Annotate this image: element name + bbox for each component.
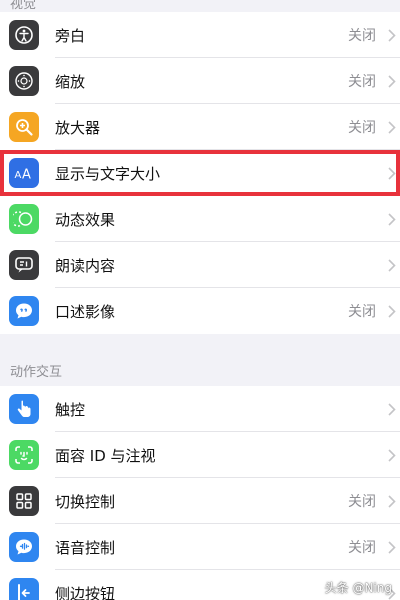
grid-icon (9, 486, 39, 516)
row-audio-descriptions[interactable]: 口述影像 关闭 (0, 288, 400, 334)
chevron-right-icon (388, 28, 396, 42)
row-zoom[interactable]: 缩放 关闭 (0, 58, 400, 104)
chevron-right-icon (388, 540, 396, 554)
row-label: 切换控制 (55, 492, 116, 511)
row-label: 面容 ID 与注视 (55, 446, 156, 465)
section-title-interaction: 动作交互 (10, 364, 63, 380)
row-face-id[interactable]: 面容 ID 与注视 (0, 432, 400, 478)
speech-icon (9, 250, 39, 280)
hand-icon (9, 394, 39, 424)
svg-text:A: A (15, 170, 22, 181)
row-label: 显示与文字大小 (55, 164, 161, 183)
row-motion[interactable]: 动态效果 (0, 196, 400, 242)
accessibility-icon (9, 20, 39, 50)
interaction-group: 触控 面容 ID 与注视 切换控制 关闭 语音控制 关闭 侧边按钮 (0, 386, 400, 600)
chevron-right-icon (388, 402, 396, 416)
row-value: 关闭 (348, 304, 376, 320)
voice-control-icon (9, 532, 39, 562)
row-voiceover[interactable]: 旁白 关闭 (0, 12, 400, 58)
row-value: 关闭 (348, 28, 376, 44)
row-touch[interactable]: 触控 (0, 386, 400, 432)
chevron-right-icon (388, 448, 396, 462)
row-magnifier[interactable]: 放大器 关闭 (0, 104, 400, 150)
side-button-icon (9, 578, 39, 600)
row-switch-control[interactable]: 切换控制 关闭 (0, 478, 400, 524)
face-id-icon (9, 440, 39, 470)
text-size-icon: AA (9, 158, 39, 188)
svg-text:A: A (22, 168, 31, 183)
row-label: 动态效果 (55, 210, 116, 229)
magnifier-icon (9, 112, 39, 142)
chevron-right-icon (388, 258, 396, 272)
row-label: 缩放 (55, 72, 86, 91)
section-title-vision: 视觉 (10, 0, 37, 12)
watermark: 头条 @Ning (324, 581, 392, 595)
vision-group: 旁白 关闭 缩放 关闭 放大器 关闭 AA 显示与文字大小 动态效果 朗读内容 … (0, 12, 400, 334)
chevron-right-icon (388, 494, 396, 508)
zoom-icon (9, 66, 39, 96)
row-label: 放大器 (55, 118, 101, 137)
row-label: 触控 (55, 400, 86, 419)
row-label: 旁白 (55, 26, 86, 45)
row-label: 口述影像 (55, 302, 116, 321)
section-header-interaction: 动作交互 (0, 354, 400, 386)
row-voice-control[interactable]: 语音控制 关闭 (0, 524, 400, 570)
row-value: 关闭 (348, 540, 376, 556)
chevron-right-icon (388, 166, 396, 180)
chevron-right-icon (388, 74, 396, 88)
row-spoken-content[interactable]: 朗读内容 (0, 242, 400, 288)
row-label: 朗读内容 (55, 256, 116, 275)
chevron-right-icon (388, 212, 396, 226)
row-label: 语音控制 (55, 538, 116, 557)
section-header-vision: 视觉 (0, 0, 400, 12)
chevron-right-icon (388, 304, 396, 318)
row-display-text-size[interactable]: AA 显示与文字大小 (0, 150, 400, 196)
row-value: 关闭 (348, 74, 376, 90)
row-value: 关闭 (348, 494, 376, 510)
audio-description-icon (9, 296, 39, 326)
motion-icon (9, 204, 39, 234)
chevron-right-icon (388, 120, 396, 134)
row-value: 关闭 (348, 120, 376, 136)
section-gap (0, 334, 400, 354)
